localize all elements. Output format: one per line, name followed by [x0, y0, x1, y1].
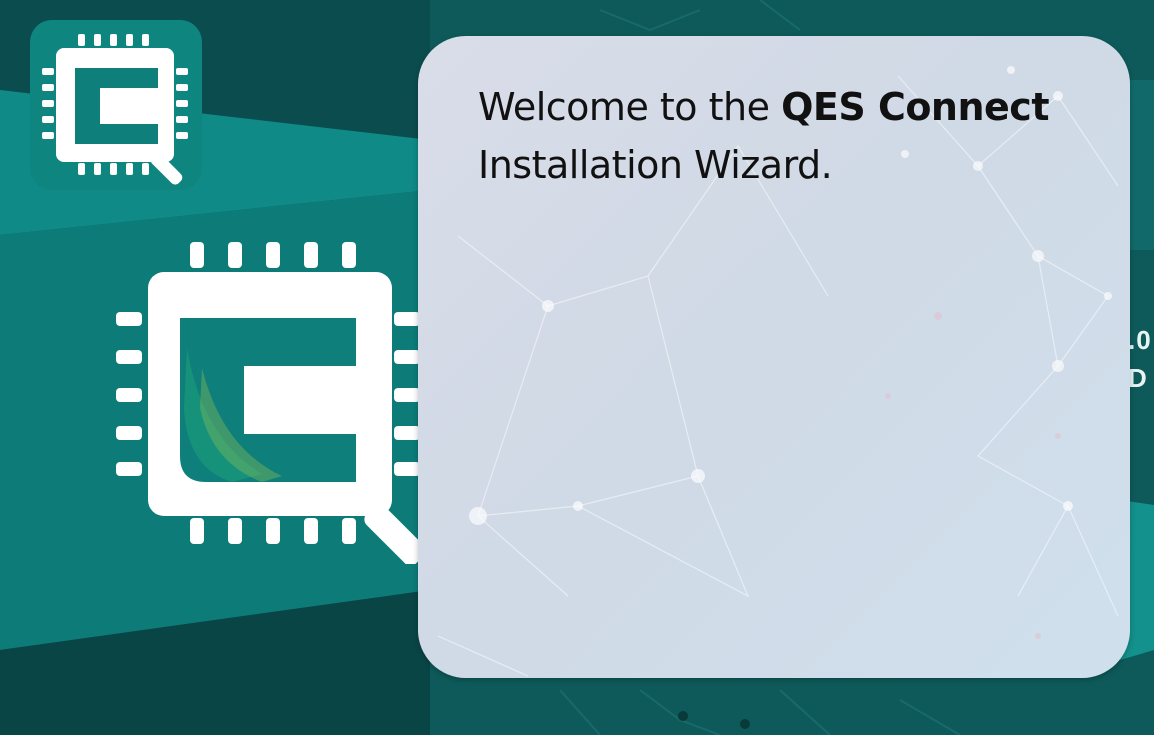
welcome-panel: Welcome to the QES Connect Installation W… [418, 36, 1130, 678]
welcome-heading: Welcome to the QES Connect Installation W… [478, 78, 1118, 194]
background-brand-text: D [1128, 363, 1148, 393]
welcome-suffix: Installation Wizard. [478, 143, 833, 187]
background-version-text: .0 [1128, 325, 1152, 355]
welcome-prefix: Welcome to the [478, 85, 782, 129]
qes-connect-logo-icon [116, 242, 426, 564]
product-name: QES Connect [781, 85, 1049, 129]
app-icon [30, 20, 202, 190]
